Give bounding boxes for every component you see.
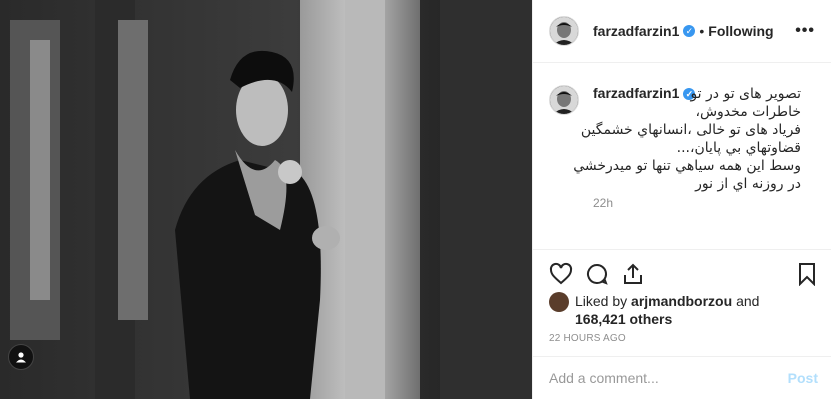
separator: •: [699, 23, 705, 39]
liker-avatar[interactable]: [549, 292, 569, 312]
add-comment-bar: Post: [533, 356, 831, 399]
post-photo[interactable]: [0, 0, 532, 399]
liked-by-prefix: Liked by: [575, 293, 628, 309]
caption-text: تصوير هاى تو در تو خاطرات مخدوش، فرياد ه…: [573, 86, 801, 192]
liker-username-link[interactable]: arjmandborzou: [631, 293, 732, 309]
liked-by-and: and: [736, 293, 760, 309]
username-link[interactable]: farzadfarzin1: [593, 23, 679, 39]
comment-input[interactable]: [547, 369, 788, 387]
caption-section: farzadfarzin1 ✓ تصوير هاى تو در تو خاطرات…: [533, 63, 831, 250]
verified-badge-icon: ✓: [683, 25, 696, 37]
bookmark-icon[interactable]: [795, 262, 819, 286]
heart-icon[interactable]: [549, 262, 573, 286]
more-options-icon[interactable]: •••: [795, 22, 815, 40]
likes-count-link[interactable]: 168,421 others: [575, 311, 672, 327]
post-button[interactable]: Post: [788, 370, 818, 386]
avatar[interactable]: [549, 16, 579, 46]
post-header: farzadfarzin1 ✓ • Following •••: [533, 0, 831, 63]
post-sidebar: farzadfarzin1 ✓ • Following ••• farzadfa…: [532, 0, 831, 399]
share-icon[interactable]: [621, 262, 645, 286]
caption-timestamp[interactable]: 22h: [593, 196, 613, 210]
comment-icon[interactable]: [585, 262, 609, 286]
following-button[interactable]: Following: [708, 23, 773, 39]
post-timestamp[interactable]: 22 HOURS AGO: [549, 333, 626, 344]
likes-summary: Liked by arjmandborzou and 168,421 other…: [549, 292, 759, 328]
likes-text: Liked by arjmandborzou and 168,421 other…: [575, 292, 759, 328]
action-bar: [549, 261, 819, 287]
user-tag-icon[interactable]: [8, 344, 34, 370]
